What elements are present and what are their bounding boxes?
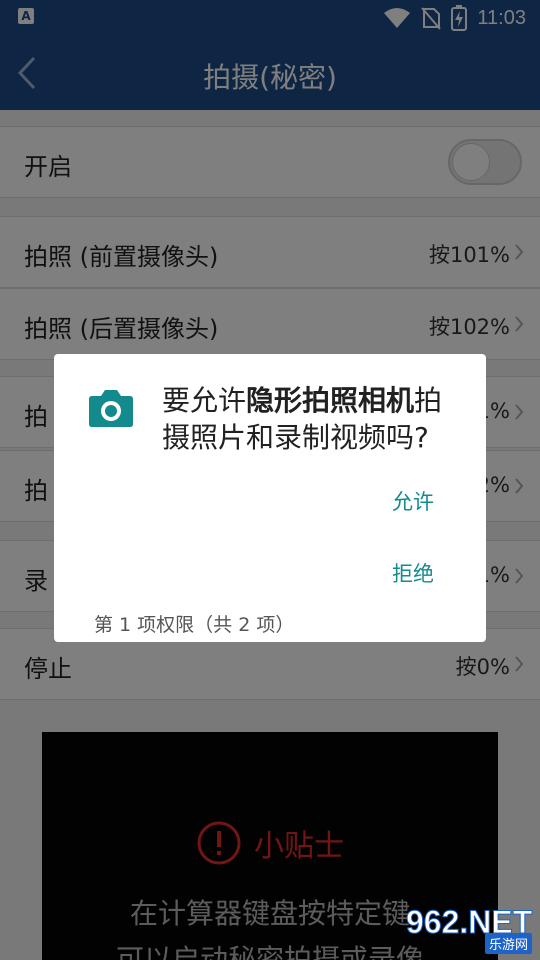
camera-icon [89,390,133,427]
permission-counter: 第 1 项权限（共 2 项） [94,614,295,636]
allow-button[interactable]: 允许 [392,486,434,516]
app-name: 隐形拍照相机 [246,384,415,417]
permission-dialog: 要允许隐形拍照相机拍摄照片和录制视频吗? 允许 拒绝 第 1 项权限（共 2 项… [54,354,486,642]
message-prefix: 要允许 [162,384,247,417]
dialog-message: 要允许隐形拍照相机拍摄照片和录制视频吗? [162,382,466,456]
watermark-caption: 乐游网 [484,933,532,954]
watermark-logo: 962.NET 乐游网 [402,904,534,954]
deny-button[interactable]: 拒绝 [392,558,434,588]
